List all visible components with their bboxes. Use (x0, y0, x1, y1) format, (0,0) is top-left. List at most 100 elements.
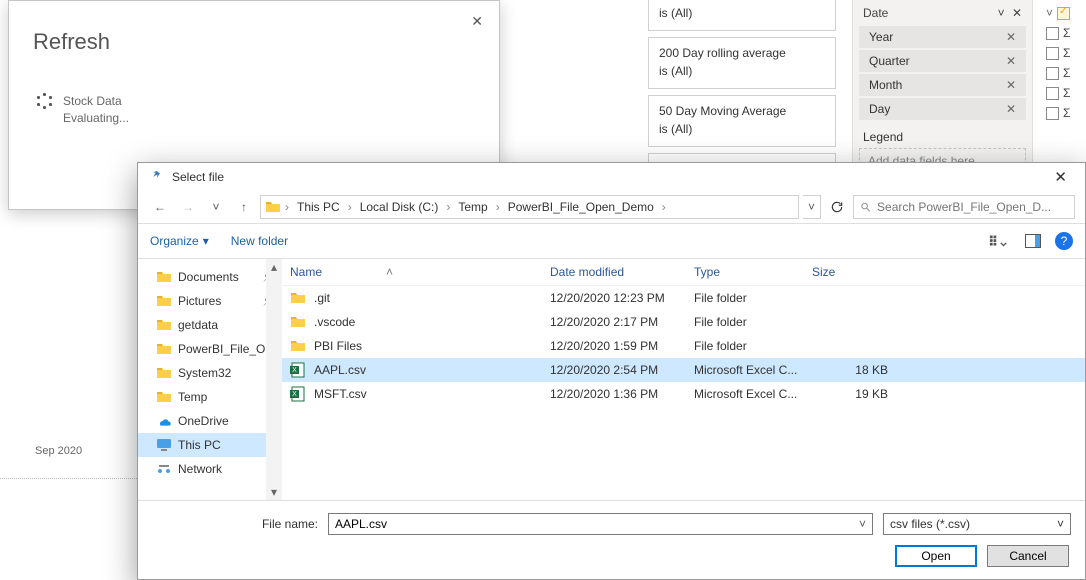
col-type[interactable]: Type (694, 265, 812, 279)
nav-item-temp[interactable]: Temp (138, 385, 281, 409)
file-row[interactable]: XMSFT.csv12/20/2020 1:36 PMMicrosoft Exc… (282, 382, 1085, 406)
svg-text:X: X (292, 367, 297, 374)
file-row[interactable]: XAAPL.csv12/20/2020 2:54 PMMicrosoft Exc… (282, 358, 1085, 382)
cancel-button[interactable]: Cancel (987, 545, 1069, 567)
file-modified: 12/20/2020 12:23 PM (550, 291, 694, 305)
svg-text:X: X (292, 391, 297, 398)
scroll-down[interactable]: ▾ (266, 484, 282, 500)
field-chip[interactable]: Quarter ✕ (859, 50, 1026, 72)
file-row[interactable]: .vscode12/20/2020 2:17 PMFile folder (282, 310, 1085, 334)
remove-field-icon[interactable]: ✕ (1006, 54, 1016, 68)
nav-item-label: Temp (178, 390, 207, 404)
filter-card-line: 200 Day rolling average (659, 44, 825, 62)
breadcrumb[interactable]: ›This PC›Local Disk (C:)›Temp›PowerBI_Fi… (260, 195, 799, 219)
file-size: 18 KB (812, 363, 912, 377)
sigma-icon: Σ (1063, 106, 1070, 120)
remove-field-icon[interactable]: ✕ (1006, 102, 1016, 116)
new-folder-button[interactable]: New folder (231, 234, 288, 248)
help-button[interactable]: ? (1055, 232, 1073, 250)
close-icon[interactable]: ✕ (1048, 168, 1073, 186)
file-type: Microsoft Excel C... (694, 363, 812, 377)
checkbox-icon (1046, 87, 1059, 100)
filename-input[interactable] (329, 517, 853, 531)
remove-field-icon[interactable]: ✕ (1012, 6, 1022, 20)
field-checkbox-row[interactable]: Σ (1044, 26, 1086, 40)
view-options-button[interactable] (987, 229, 1011, 253)
field-chip-label: Quarter (869, 54, 910, 68)
nav-item-this-pc[interactable]: This PC (138, 433, 281, 457)
file-open-dialog: Select file ✕ ← → ˅ ↑ ›This PC›Local Dis… (137, 162, 1086, 580)
search-input[interactable] (877, 200, 1068, 214)
navpane-scrollbar[interactable]: ▴ ▾ (266, 259, 282, 500)
filename-combo[interactable]: ˅ (328, 513, 873, 535)
chevron-down-icon[interactable]: ˅ (998, 6, 1005, 20)
field-checkbox-row[interactable]: Σ (1044, 106, 1086, 120)
field-chip-label: Day (869, 102, 890, 116)
nav-item-network[interactable]: Network (138, 457, 281, 481)
col-name[interactable]: Name ˄ (290, 265, 550, 279)
refresh-icon[interactable] (825, 195, 849, 219)
filter-card[interactable]: 50 Day Moving Average is (All) (648, 95, 836, 147)
filename-label: File name: (138, 517, 318, 531)
file-row[interactable]: .git12/20/2020 12:23 PMFile folder (282, 286, 1085, 310)
filter-cards: is (All) 200 Day rolling average is (All… (648, 0, 836, 187)
recent-locations-button[interactable]: ˅ (204, 195, 228, 219)
file-type-filter[interactable]: csv files (*.csv) ˅ (883, 513, 1071, 535)
nav-item-label: Network (178, 462, 222, 476)
nav-item-label: This PC (178, 438, 221, 452)
open-button[interactable]: Open (895, 545, 977, 567)
filter-card-line: is (All) (659, 120, 825, 138)
titlebar: Select file ✕ (138, 163, 1085, 191)
fields-checkbox-list: ˅ΣΣΣΣΣ (1044, 0, 1086, 120)
nav-item-powerbi-file-op[interactable]: PowerBI_File_Op (138, 337, 281, 361)
filter-card[interactable]: 200 Day rolling average is (All) (648, 37, 836, 89)
field-checkbox-row[interactable]: Σ (1044, 66, 1086, 80)
field-chip[interactable]: Month✕ (859, 74, 1026, 96)
sigma-icon: Σ (1063, 46, 1070, 60)
nav-item-label: Pictures (178, 294, 221, 308)
nav-item-pictures[interactable]: Pictures📌 (138, 289, 281, 313)
breadcrumb-separator-icon: › (662, 200, 666, 214)
field-well: Date ˅ ✕ Year✕Quarter✕Month✕Day✕ Legend … (852, 0, 1033, 183)
col-modified[interactable]: Date modified (550, 265, 694, 279)
nav-item-onedrive[interactable]: OneDrive (138, 409, 281, 433)
field-checkbox-row[interactable]: Σ (1044, 86, 1086, 100)
spinner-icon (37, 93, 53, 109)
checkbox-icon (1046, 67, 1059, 80)
file-type: File folder (694, 339, 812, 353)
nav-item-system32[interactable]: System32 (138, 361, 281, 385)
field-expand-row[interactable]: ˅ (1044, 6, 1086, 20)
breadcrumb-segment[interactable]: PowerBI_File_Open_Demo (504, 200, 658, 214)
scroll-up[interactable]: ▴ (266, 259, 282, 275)
breadcrumb-segment[interactable]: Local Disk (C:) (356, 200, 443, 214)
field-checkbox-row[interactable]: Σ (1044, 46, 1086, 60)
nav-item-getdata[interactable]: getdata (138, 313, 281, 337)
filter-card[interactable]: is (All) (648, 0, 836, 31)
nav-item-label: System32 (178, 366, 231, 380)
nav-item-documents[interactable]: Documents📌 (138, 265, 281, 289)
breadcrumb-segment[interactable]: Temp (454, 200, 491, 214)
breadcrumb-segment[interactable]: This PC (293, 200, 344, 214)
nav-back-button[interactable]: ← (148, 195, 172, 219)
nav-up-button[interactable]: ↑ (232, 195, 256, 219)
address-bar: ← → ˅ ↑ ›This PC›Local Disk (C:)›Temp›Po… (138, 191, 1085, 223)
file-row[interactable]: PBI Files12/20/2020 1:59 PMFile folder (282, 334, 1085, 358)
field-chip[interactable]: Day ✕ (859, 98, 1026, 120)
remove-field-icon[interactable]: ✕ (1006, 30, 1016, 44)
sigma-icon: Σ (1063, 66, 1070, 80)
remove-field-icon[interactable]: ✕ (1006, 78, 1016, 92)
search-box[interactable] (853, 195, 1075, 219)
close-icon[interactable]: ✕ (471, 13, 483, 30)
organize-button[interactable]: Organize ▾ (150, 234, 209, 248)
address-dropdown-button[interactable]: ˅ (803, 195, 821, 219)
dialog-footer: File name: ˅ csv files (*.csv) ˅ Open Ca… (138, 500, 1085, 579)
field-chip[interactable]: Year✕ (859, 26, 1026, 48)
navigation-pane: Documents📌Pictures📌getdataPowerBI_File_O… (138, 259, 282, 500)
breadcrumb-separator-icon: › (348, 200, 352, 214)
col-size[interactable]: Size (812, 265, 912, 279)
chevron-down-icon[interactable]: ˅ (853, 517, 872, 531)
file-type: Microsoft Excel C... (694, 387, 812, 401)
file-modified: 12/20/2020 2:17 PM (550, 315, 694, 329)
preview-pane-button[interactable] (1021, 229, 1045, 253)
file-size: 19 KB (812, 387, 912, 401)
